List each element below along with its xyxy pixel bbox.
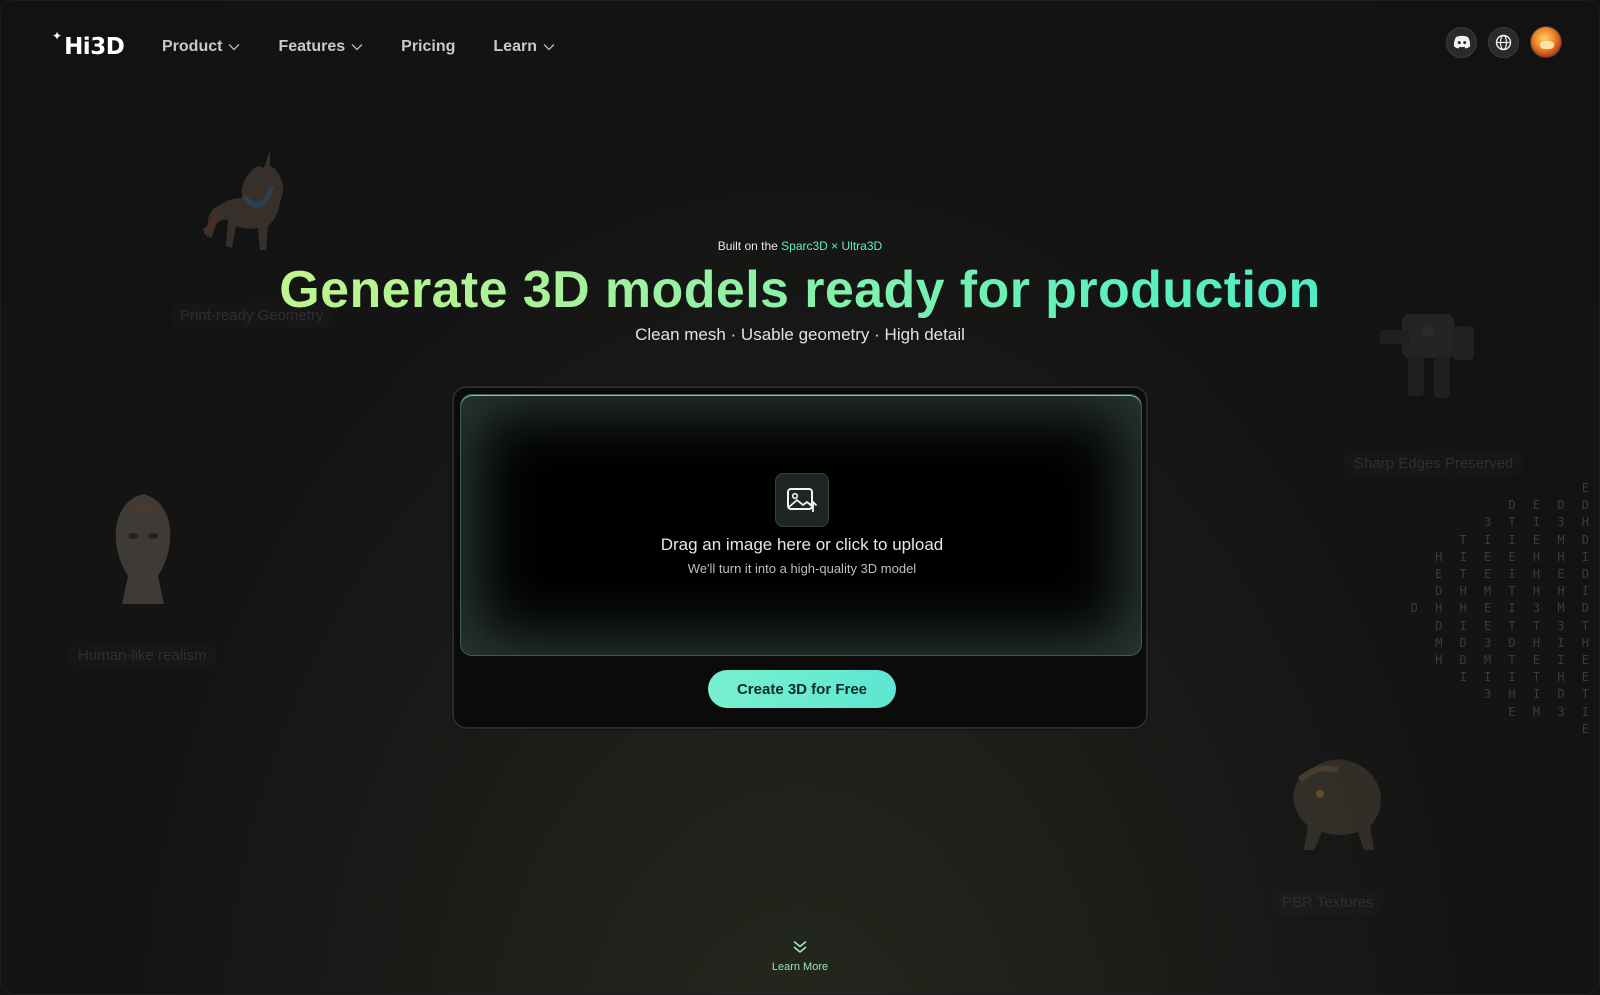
alien-bust-model-image <box>115 494 171 604</box>
matrix-line: T I I E M D <box>1459 532 1594 547</box>
decor-label: PBR Textures <box>1282 894 1374 911</box>
user-avatar[interactable] <box>1530 26 1562 58</box>
eyebrow-prefix: Built on the <box>717 239 782 253</box>
create-3d-button[interactable]: Create 3D for Free <box>708 670 896 708</box>
nav-learn[interactable]: Learn <box>493 38 555 56</box>
hero-subline: Clean mesh · Usable geometry · High deta… <box>635 325 965 344</box>
decor-label: Sharp Edges Preserved <box>1354 455 1514 472</box>
language-button[interactable] <box>1488 26 1519 58</box>
top-nav-bar: ✦ Hi3D Product Features Pricing Learn <box>0 0 1600 96</box>
matrix-line: M D 3 D H I H <box>1435 635 1594 650</box>
nav-pricing[interactable]: Pricing <box>401 38 455 56</box>
nav-pricing-label: Pricing <box>401 38 456 55</box>
matrix-line: H I E E H H I <box>1435 549 1594 564</box>
matrix-line: D E D D <box>1508 498 1594 513</box>
image-dropzone[interactable]: Drag an image here or click to upload We… <box>460 394 1142 656</box>
letter-matrix-decoration: E D E D D 3 T I 3 H T I I E M D H I E E H H … <box>1411 480 1594 738</box>
nav-features-label: Features <box>278 38 346 55</box>
main-nav: Product Features Pricing Learn <box>162 38 593 56</box>
matrix-line: D H H E I 3 M D <box>1410 601 1594 616</box>
matrix-line: 3 H I D T <box>1483 687 1594 702</box>
matrix-line: D H M T H H I <box>1435 584 1594 599</box>
upload-card: Drag an image here or click to upload We… <box>452 386 1148 729</box>
beast-model-image <box>1293 759 1381 850</box>
learn-more-link[interactable]: Learn More <box>0 940 1600 973</box>
matrix-line: 3 T I 3 H <box>1483 515 1594 530</box>
hero-eyebrow: Built on the Sparc3D × Ultra3D <box>0 239 1600 253</box>
nav-product-label: Product <box>162 38 223 55</box>
sparkle-icon: ✦ <box>52 29 63 43</box>
double-chevron-down-icon <box>793 940 807 953</box>
matrix-line: I I I T H E <box>1459 670 1594 685</box>
globe-icon <box>1495 34 1512 50</box>
logo[interactable]: ✦ Hi3D <box>52 29 125 60</box>
header-actions <box>1446 26 1562 58</box>
matrix-line: E <box>1581 481 1594 495</box>
image-upload-icon <box>775 473 829 527</box>
dropzone-title: Drag an image here or click to upload <box>660 535 944 554</box>
matrix-line: H D M T E I E <box>1435 653 1594 668</box>
hero-headline: Generate 3D models ready for production <box>0 260 1600 320</box>
nav-learn-label: Learn <box>493 38 537 55</box>
dropzone-subtitle: We'll turn it into a high-quality 3D mod… <box>687 561 917 576</box>
decor-label: Human-like realism <box>78 647 207 664</box>
matrix-line: E M 3 I <box>1508 704 1594 719</box>
eyebrow-accent: Sparc3D × Ultra3D <box>781 239 883 253</box>
discord-icon <box>1453 35 1470 49</box>
chevron-down-icon <box>351 44 363 51</box>
matrix-line: E T E I H E D <box>1435 567 1594 582</box>
chevron-down-icon <box>543 44 555 51</box>
logo-text: Hi3D <box>64 34 125 60</box>
nav-features[interactable]: Features <box>278 38 363 56</box>
nav-product[interactable]: Product <box>162 38 240 56</box>
discord-button[interactable] <box>1446 26 1477 58</box>
matrix-line: D I E T T 3 T <box>1435 618 1594 633</box>
chevron-down-icon <box>228 44 240 51</box>
learn-more-label: Learn More <box>771 961 829 973</box>
matrix-line: E <box>1581 721 1594 736</box>
